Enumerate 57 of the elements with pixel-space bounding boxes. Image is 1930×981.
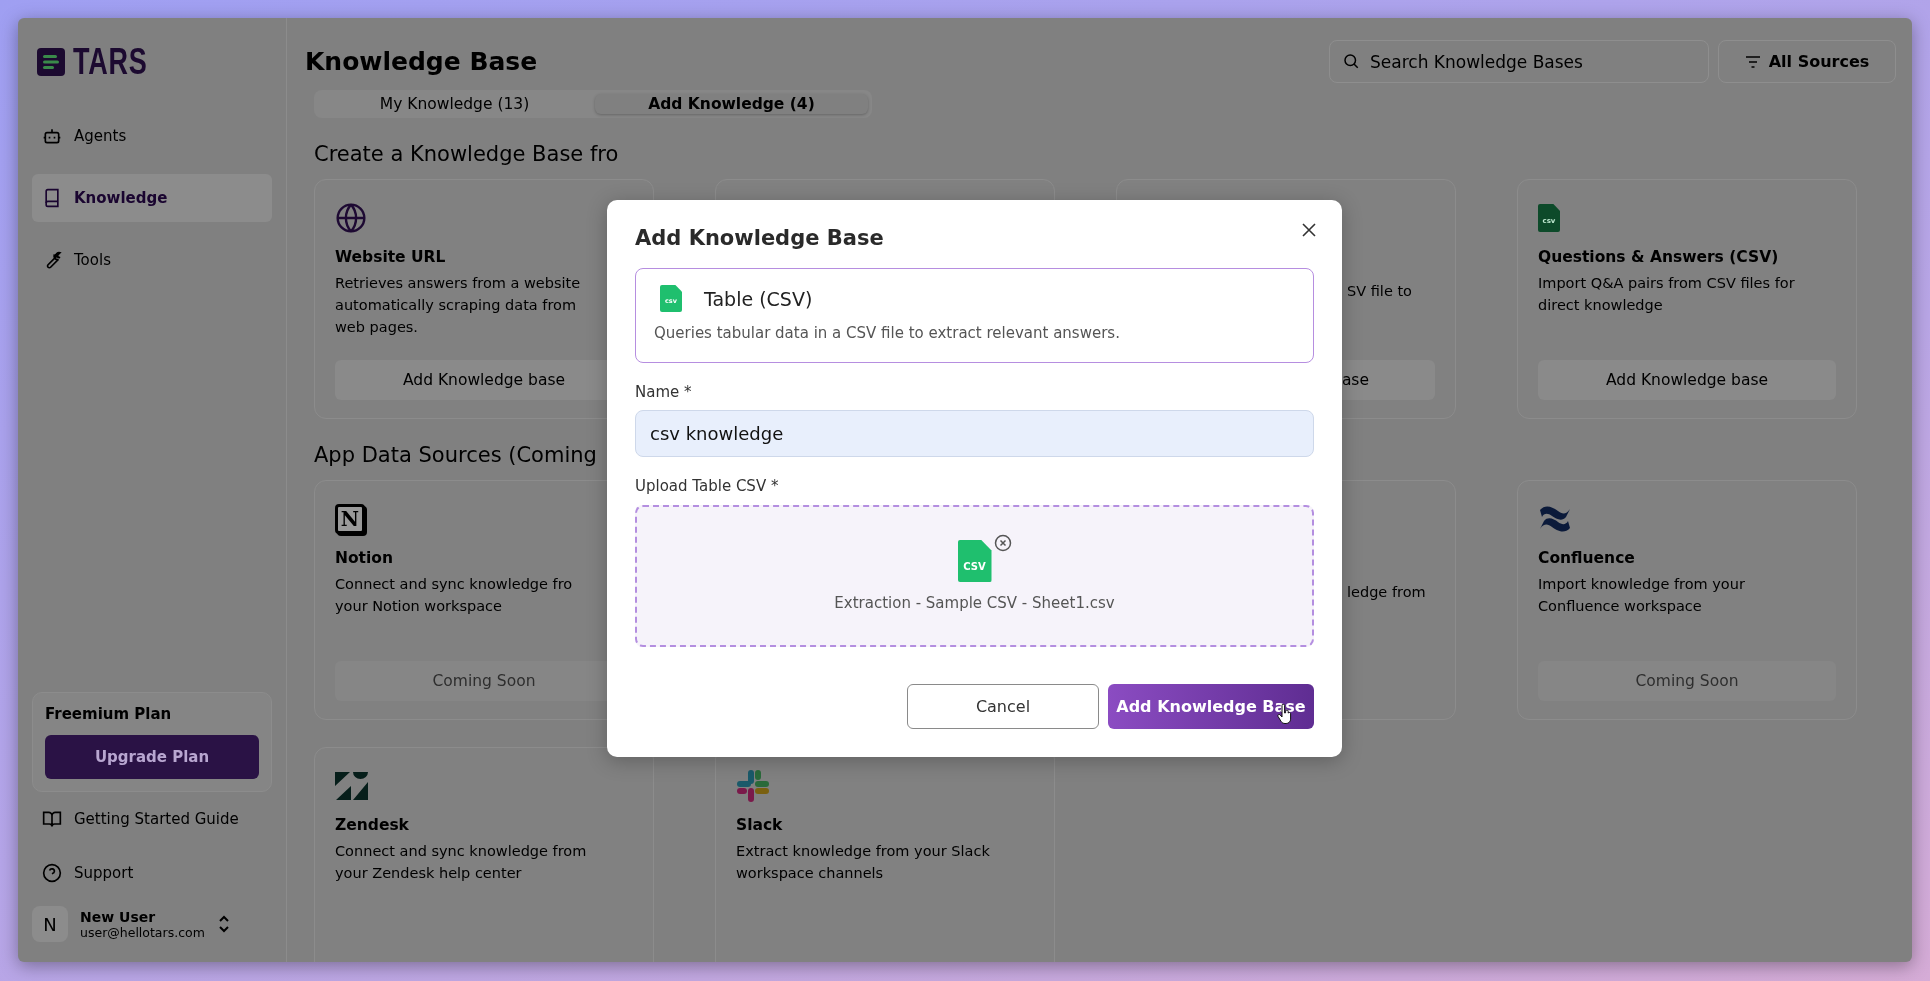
book-icon — [42, 188, 62, 208]
card-title: Confluence — [1538, 549, 1636, 567]
field-label: Name * — [635, 383, 693, 401]
sidebar-link[interactable]: Getting Started Guide — [32, 792, 272, 846]
upload-dropzone[interactable]: CSV Extraction - Sample CSV - Sheet1.csv — [635, 505, 1314, 647]
card-title: Website URL — [335, 248, 447, 266]
card-description: Connect and sync knowledge fro your Notion workspace — [335, 575, 574, 616]
card-description: ledge from — [1346, 583, 1427, 602]
filter-button[interactable]: All Sources — [1718, 40, 1896, 83]
remove-file-icon[interactable] — [993, 534, 1012, 552]
user-name: New User — [80, 908, 157, 925]
help-icon — [42, 863, 62, 883]
user-email: user@hellotars.com — [80, 924, 205, 940]
section-heading: Create a Knowledge Base fro — [314, 142, 620, 166]
card-title: Slack — [736, 816, 784, 834]
card-description: Connect and sync knowledge from your Zendesk help center — [335, 842, 588, 883]
tab[interactable]: Add Knowledge (4) — [595, 94, 868, 114]
book-open-icon — [42, 809, 62, 829]
card-description: Import Q&A pairs from CSV files for direct knowledge — [1538, 274, 1796, 315]
chevron-up-down-icon[interactable] — [216, 914, 231, 934]
robot-icon — [42, 126, 62, 146]
sidebar-link[interactable]: Support — [32, 846, 272, 900]
nav-item[interactable]: Agents — [32, 112, 272, 160]
filter-icon — [1744, 55, 1761, 68]
card-description: Retrieves answers from a website automatically scraping data from web pages. — [335, 274, 582, 337]
nav-item[interactable]: Knowledge — [32, 174, 272, 222]
source-type-title: Table (CSV) — [704, 287, 813, 310]
nav-item[interactable]: Tools — [32, 236, 272, 284]
dialog-title: Add Knowledge Base — [635, 226, 884, 250]
logo-icon — [37, 48, 65, 76]
notion-logo-icon: N — [335, 504, 365, 534]
slack-logo-icon — [736, 769, 770, 803]
source-type-description: Queries tabular data in a CSV file to extract relevant answers. — [654, 324, 1121, 342]
search-field[interactable]: Search Knowledge Bases — [1329, 40, 1709, 83]
card-title: Zendesk — [335, 816, 410, 834]
card-description: Extract knowledge from your Slack workspace channels — [736, 842, 991, 883]
card-title: Notion — [335, 549, 395, 567]
logo-wordmark[interactable]: TARS — [73, 41, 148, 83]
add-knowledge-button[interactable]: Add Knowledge base — [1538, 360, 1836, 400]
field-label: Upload Table CSV * — [635, 477, 780, 495]
card-title: Questions & Answers (CSV) — [1538, 248, 1780, 266]
globe-icon — [335, 202, 367, 234]
section-heading: App Data Sources (Coming — [314, 443, 598, 467]
upgrade-plan-button[interactable]: Upgrade Plan — [45, 735, 259, 779]
file-name: Extraction - Sample CSV - Sheet1.csv — [834, 594, 1115, 612]
card-description: Import knowledge from your Confluence workspace — [1538, 575, 1746, 616]
card-description: SV file to — [1346, 282, 1413, 301]
csv-file-icon: CSV — [957, 540, 992, 582]
cancel-button[interactable]: Cancel — [907, 684, 1099, 729]
tab[interactable]: My Knowledge (13) — [318, 94, 591, 114]
close-icon[interactable] — [1302, 223, 1316, 237]
user-avatar[interactable]: N — [32, 906, 68, 942]
zendesk-logo-icon — [335, 772, 369, 800]
page-title: Knowledge Base — [305, 47, 538, 76]
search-icon — [1342, 52, 1360, 70]
plan-title: Freemium Plan — [45, 705, 173, 723]
name-input[interactable]: csv knowledge — [635, 410, 1314, 457]
